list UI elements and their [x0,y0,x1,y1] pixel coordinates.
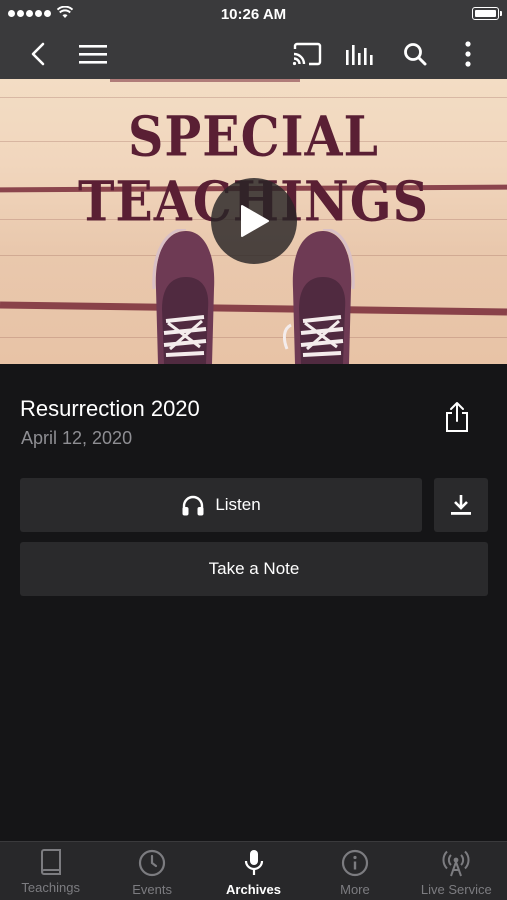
back-icon [31,42,45,65]
search-icon [404,42,427,65]
info-icon [341,849,369,877]
share-button[interactable] [436,394,478,440]
play-icon [241,205,269,237]
cast-icon [292,42,322,65]
tab-teachings[interactable]: Teachings [0,842,101,900]
tab-label: Teachings [21,880,80,895]
equalizer-button[interactable] [339,28,383,79]
back-button[interactable] [16,28,60,79]
hero-artwork: SPECIAL TEACHINGS [0,79,507,364]
listen-label: Listen [215,495,261,514]
tab-label: More [340,882,370,897]
tab-archives[interactable]: Archives [203,842,304,900]
battery-icon [472,7,502,20]
right-shoe-image [283,229,355,364]
play-button[interactable] [211,178,297,264]
media-title: Resurrection 2020 [20,396,200,421]
tab-bar: Teachings Events Archives More Live Serv… [0,841,507,900]
menu-icon [79,44,107,64]
status-time: 10:26 AM [220,6,287,23]
share-icon [446,402,468,432]
download-button[interactable] [434,478,488,532]
book-icon [40,849,61,875]
search-button[interactable] [393,28,437,79]
nav-bar [0,28,507,79]
plank-line [0,301,507,316]
broadcast-icon [442,850,470,877]
microphone-icon [244,850,263,875]
media-date: April 12, 2020 [21,428,133,448]
download-icon [451,495,471,515]
media-details: Resurrection 2020 April 12, 2020 Listen … [0,364,507,841]
listen-button[interactable]: Listen [20,478,422,532]
left-shoe-image [152,229,215,364]
take-note-button[interactable]: Take a Note [20,542,488,596]
more-icon [465,40,471,67]
clock-icon [139,849,166,877]
tab-live-service[interactable]: Live Service [406,842,507,900]
tab-label: Archives [226,882,281,897]
more-button[interactable] [446,28,490,79]
cast-button[interactable] [285,28,329,79]
plank-line [110,79,300,82]
menu-button[interactable] [71,28,115,79]
headphones-icon [182,495,204,516]
tab-label: Events [132,882,172,897]
tab-events[interactable]: Events [101,842,202,900]
tab-more[interactable]: More [304,842,405,900]
take-note-label: Take a Note [208,559,300,578]
equalizer-icon [346,44,373,65]
status-bar: 10:26 AM [0,0,507,28]
tab-label: Live Service [420,882,492,897]
